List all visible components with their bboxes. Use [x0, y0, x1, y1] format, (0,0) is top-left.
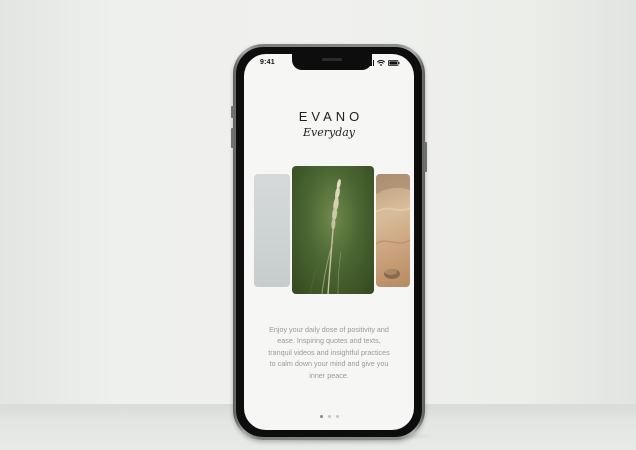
- speaker-grille: [322, 58, 342, 61]
- carousel-card-grass[interactable]: [292, 166, 374, 294]
- page-dot-2[interactable]: [327, 415, 331, 418]
- status-time: 9:41: [260, 59, 275, 66]
- phone-screen: 9:41 EVANO Everyday Enjoy your daily dos…: [244, 54, 414, 430]
- app-brand-title: EVANO: [298, 109, 364, 124]
- notch: [292, 54, 372, 70]
- grass-image: [309, 179, 342, 294]
- carousel-card-mist[interactable]: [254, 174, 290, 287]
- page-dot-3[interactable]: [335, 415, 339, 418]
- battery-icon: [388, 60, 400, 66]
- carousel-card-sand[interactable]: [376, 174, 410, 287]
- phone-device: 9:41 EVANO Everyday Enjoy your daily dos…: [231, 44, 427, 440]
- signal-icon: [365, 60, 374, 66]
- phone-bezel: 9:41 EVANO Everyday Enjoy your daily dos…: [236, 47, 422, 437]
- page-dot-1[interactable]: [319, 415, 323, 418]
- wifi-icon: [377, 60, 385, 66]
- onboarding-description: Enjoy your daily dose of positivity and …: [268, 325, 390, 380]
- page-indicator: [244, 415, 414, 418]
- sand-image: [376, 174, 410, 279]
- app-tagline: Everyday: [302, 126, 356, 139]
- side-button-left-2: [231, 128, 234, 148]
- side-button-right: [424, 142, 427, 172]
- status-icons: [365, 60, 400, 66]
- side-button-left: [231, 106, 234, 118]
